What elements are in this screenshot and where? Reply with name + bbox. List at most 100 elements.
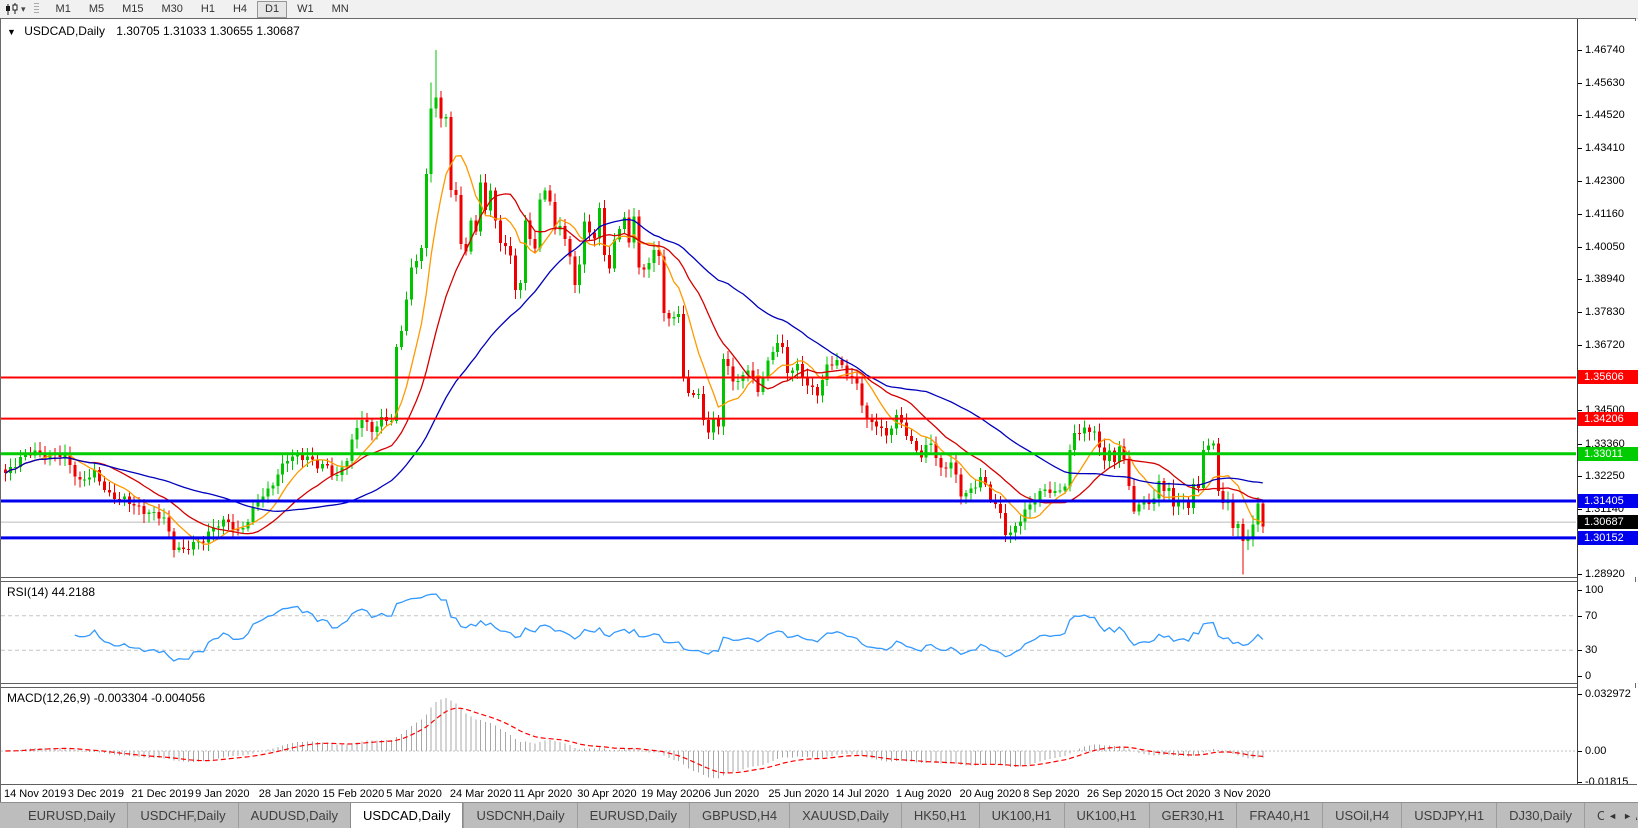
time-axis[interactable]: 14 Nov 2019 3 Dec 2019 21 Dec 2019 9 Jan 20…	[1, 784, 1637, 803]
candle-body	[1063, 486, 1067, 491]
candle-body	[187, 549, 191, 551]
chart-tab-usdjpy-h1[interactable]: USDJPY,H1	[1401, 803, 1496, 828]
candle-body	[1137, 504, 1141, 512]
main-chart-pane[interactable]	[1, 21, 1576, 577]
candle-body	[132, 504, 136, 506]
candle-body	[677, 314, 681, 317]
candle-body	[543, 190, 547, 200]
rsi-axis[interactable]: 100 70 30 0	[1578, 582, 1637, 683]
candle-body	[583, 221, 587, 265]
candle-body	[860, 383, 864, 406]
date-label: 30 Apr 2020	[577, 788, 637, 800]
chart-tab-eurusd-daily[interactable]: EURUSD,Daily	[16, 803, 127, 828]
chart-tab-xauusd-daily[interactable]: XAUUSD,Daily	[789, 803, 901, 828]
moving-average-slow	[5, 218, 1263, 512]
candle-body	[365, 419, 369, 423]
candles[interactable]	[4, 50, 1265, 575]
date-label: 3 Nov 2020	[1214, 788, 1271, 800]
candlestick-chart-icon[interactable]	[3, 2, 21, 16]
collapse-arrow-icon[interactable]: ▼	[7, 27, 16, 37]
candle-body	[607, 255, 611, 269]
candle-body	[400, 330, 403, 348]
candle-body	[192, 542, 196, 550]
candle-body	[404, 299, 408, 331]
chart-tab-usdchf-daily[interactable]: USDCHF,Daily	[127, 803, 237, 828]
candle-body	[1068, 449, 1072, 487]
date-label: 25 Jun 2020	[768, 788, 829, 800]
timeframe-button-h1[interactable]: H1	[193, 1, 223, 18]
candle-body	[1216, 443, 1220, 491]
candle-body	[1236, 524, 1240, 528]
candle-body	[1132, 486, 1136, 512]
candle-body	[88, 477, 92, 480]
candle-body	[424, 173, 428, 249]
chart-tab-uk100-h1[interactable]: UK100,H1	[978, 803, 1064, 828]
line-price-label: 1.31405	[1578, 494, 1638, 508]
candle-body	[108, 490, 111, 493]
candle-body	[904, 422, 908, 436]
chart-tab-dj30-daily[interactable]: DJ30,Daily	[1496, 803, 1584, 828]
candle-body	[142, 506, 146, 514]
candle-body	[276, 474, 280, 486]
candle-body	[1073, 432, 1077, 450]
candle-body	[533, 239, 537, 249]
timeframe-button-m15[interactable]: M15	[114, 1, 151, 18]
rsi-pane[interactable]: RSI(14) 44.2188	[1, 582, 1576, 683]
price-axis[interactable]: 1.46740 1.45630 1.44520 1.43410 1.42300 1.411…	[1578, 21, 1638, 580]
candle-body	[78, 476, 82, 480]
candle-body	[454, 190, 458, 195]
candle-body	[375, 426, 379, 433]
candle-body	[588, 221, 592, 233]
tab-scroll-right-icon[interactable]: ►	[1623, 811, 1632, 821]
chart-tab-usdcad-daily[interactable]: USDCAD,Daily	[350, 803, 464, 828]
candle-body	[157, 512, 161, 519]
timeframe-buttons: M1 M5 M15 M30 H1 H4 D1 W1 MN	[47, 0, 358, 18]
candle-body	[518, 283, 522, 291]
timeframe-button-w1[interactable]: W1	[289, 1, 322, 18]
timeframe-button-m5[interactable]: M5	[81, 1, 112, 18]
chart-tab-usdcnh-daily[interactable]: USDCNH,Daily	[463, 803, 576, 828]
rsi-line	[74, 593, 1264, 662]
candle-body	[736, 380, 740, 382]
candle-body	[647, 263, 651, 270]
date-label: 5 Mar 2020	[386, 788, 442, 800]
timeframe-button-m30[interactable]: M30	[154, 1, 191, 18]
candle-body	[281, 463, 285, 475]
candle-body	[909, 436, 913, 441]
toolbar-grip[interactable]	[33, 3, 39, 15]
chart-tab-usoil-h4[interactable]: USOil,H4	[1322, 803, 1401, 828]
chart-tab-gbpusd-h4[interactable]: GBPUSD,H4	[688, 803, 789, 828]
candle-body	[216, 526, 220, 528]
candle-body	[1018, 521, 1022, 526]
dropdown-caret-icon[interactable]: ▾	[21, 2, 26, 16]
candle-body	[865, 405, 869, 420]
candle-body	[721, 359, 725, 427]
candle-body	[885, 427, 889, 436]
chart-tab-eurusd-daily[interactable]: EURUSD,Daily	[576, 803, 689, 828]
candle-body	[1167, 487, 1171, 491]
candle-body	[325, 463, 329, 466]
timeframe-button-m1[interactable]: M1	[48, 1, 79, 18]
tab-scroll-left-icon[interactable]: ◄	[1608, 811, 1617, 821]
chart-tab-uk100-h1[interactable]: UK100,H1	[1063, 803, 1149, 828]
timeframe-button-h4[interactable]: H4	[225, 1, 255, 18]
chart-tab-hk50-h1[interactable]: HK50,H1	[900, 803, 979, 828]
chart-tab-fra40-h1[interactable]: FRA40,H1	[1236, 803, 1322, 828]
timeframe-button-mn[interactable]: MN	[324, 1, 357, 18]
candle-body	[1058, 490, 1062, 492]
chart-tab-ger30-h1[interactable]: GER30,H1	[1148, 803, 1237, 828]
chart-tab-audusd-daily[interactable]: AUDUSD,Daily	[237, 803, 350, 828]
candle-body	[835, 359, 839, 366]
candle-body	[1038, 490, 1042, 500]
timeframe-button-d1[interactable]: D1	[257, 0, 288, 18]
candle-body	[815, 386, 819, 396]
candle-body	[162, 517, 166, 519]
macd-pane[interactable]: MACD(12,26,9) -0.003304 -0.004056	[1, 688, 1576, 784]
candle-body	[429, 108, 433, 174]
macd-axis[interactable]: 0.032972 0.00 -0.01815	[1578, 688, 1637, 788]
candle-body	[122, 496, 126, 500]
candle-body	[271, 485, 275, 489]
candle-body	[330, 465, 334, 476]
candle-body	[182, 547, 186, 550]
date-label: 26 Sep 2020	[1086, 788, 1150, 800]
